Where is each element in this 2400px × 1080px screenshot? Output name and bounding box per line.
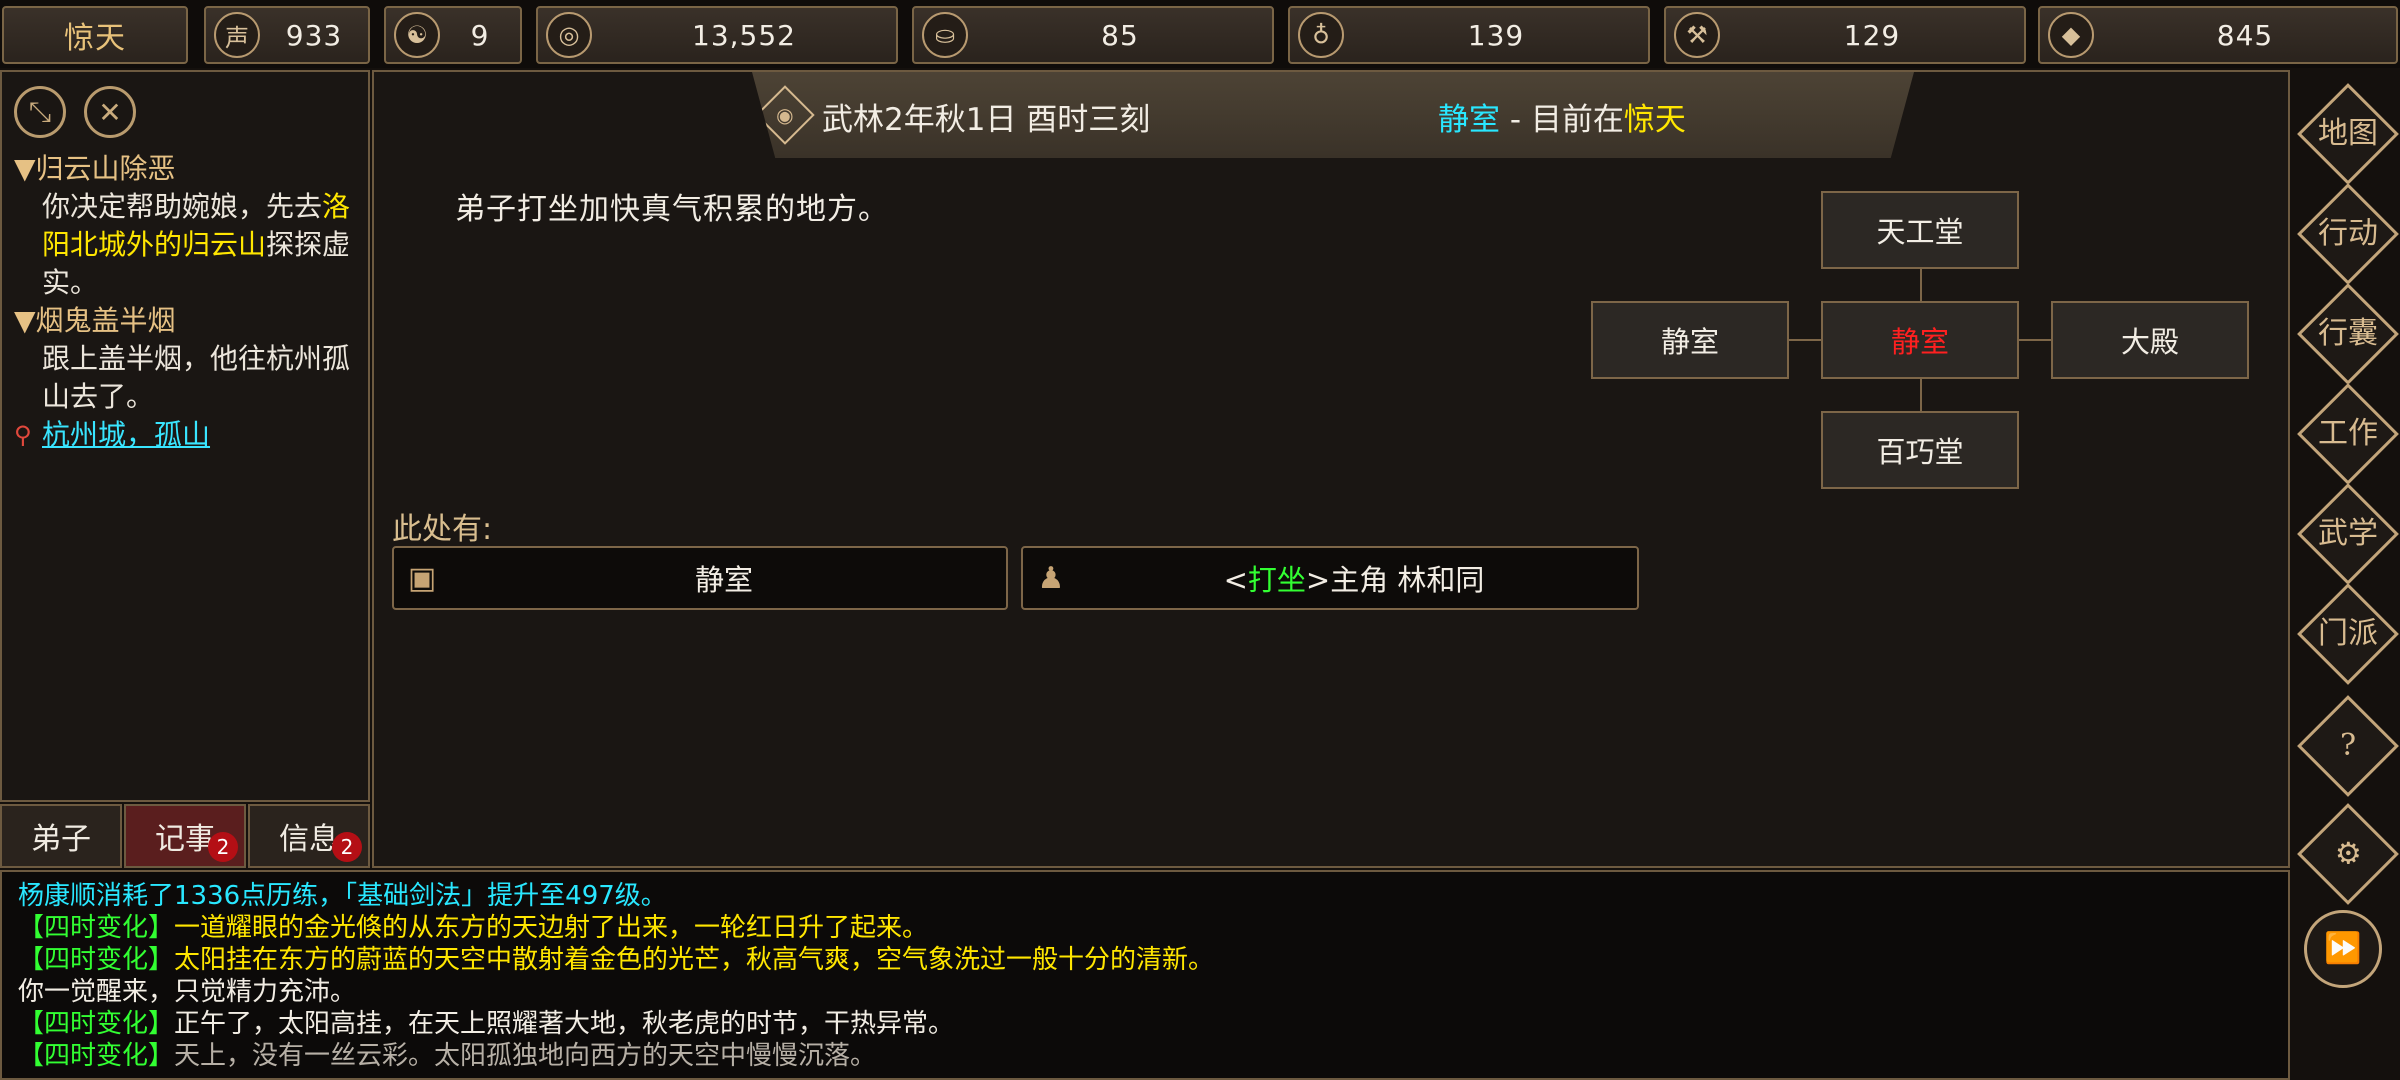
log-line: 【四时变化】一道耀眼的金光倏的从东方的天边射了出来，一轮红日升了起来。	[18, 913, 929, 943]
map-room-east[interactable]: 大殿	[2051, 301, 2249, 379]
quest-panel: ⤡ ✕ ▼归云山除恶 你决定帮助婉娘，先去洛阳北城外的归云山探探虚实。 ▼烟鬼盖…	[0, 70, 370, 802]
entity-character[interactable]: ♟ <打坐>主角 林和同	[1021, 546, 1639, 610]
tab-label: 弟子	[31, 822, 91, 857]
room-description: 弟子打坐加快真气积累的地方。	[455, 192, 889, 227]
coin-value: 13,552	[692, 18, 796, 52]
action-button[interactable]: 行动	[2297, 183, 2399, 285]
map-connector	[2018, 339, 2052, 341]
reputation-icon: 声	[214, 12, 260, 58]
help-icon[interactable]: ?	[2297, 695, 2399, 797]
wood-icon: ⚒	[1674, 12, 1720, 58]
food-counter[interactable]: ⛀ 85	[912, 6, 1274, 64]
resource-bar: 惊天 声 933 ☯ 9 ◎ 13,552 ⛀ 85 ♁ 139 ⚒ 129 ◆…	[0, 0, 2400, 68]
quest-title[interactable]: ▼归云山除恶	[14, 150, 364, 188]
reputation-value: 933	[285, 18, 343, 52]
tab-journal[interactable]: 记事 2	[124, 804, 246, 868]
tab-label: 记事	[155, 822, 215, 857]
yinyang-counter[interactable]: ☯ 9	[384, 6, 522, 64]
quest-description: 你决定帮助婉娘，先去洛阳北城外的归云山探探虚实。	[42, 190, 351, 299]
log-line: 你一觉醒来，只觉精力充沛。	[18, 977, 357, 1007]
entity-room-object[interactable]: ▣ 静室	[392, 546, 1008, 610]
left-tabs: 弟子 记事 2 信息 2	[0, 804, 370, 868]
map-room-south[interactable]: 百巧堂	[1821, 411, 2019, 489]
yinyang-icon: ☯	[394, 12, 440, 58]
fast-forward-icon[interactable]: ⏩	[2304, 910, 2382, 988]
sect-name-box[interactable]: 惊天	[2, 6, 188, 64]
coin-counter[interactable]: ◎ 13,552	[536, 6, 898, 64]
map-room-north[interactable]: 天工堂	[1821, 191, 2019, 269]
quest-location-link[interactable]: 杭州城，孤山	[14, 418, 210, 451]
game-date: 武林2年秋1日 酉时三刻	[822, 102, 1151, 138]
tab-messages[interactable]: 信息 2	[248, 804, 370, 868]
here-label: 此处有:	[392, 512, 493, 547]
entity-label: 静室	[694, 563, 753, 597]
tab-disciples[interactable]: 弟子	[0, 804, 122, 868]
map-room-west[interactable]: 静室	[1591, 301, 1789, 379]
martial-arts-button[interactable]: 武学	[2297, 483, 2399, 585]
quest-list: ▼归云山除恶 你决定帮助婉娘，先去洛阳北城外的归云山探探虚实。 ▼烟鬼盖半烟 跟…	[14, 150, 364, 454]
box-icon: ▣	[407, 560, 437, 596]
sect-name: 惊天	[64, 21, 126, 56]
side-menu: 地图 行动 行囊 工作 武学 门派 ? ⚙ ⏩	[2292, 70, 2400, 1080]
inventory-button[interactable]: 行囊	[2297, 283, 2399, 385]
reputation-counter[interactable]: 声 933	[204, 6, 370, 64]
map-connector	[1788, 339, 1822, 341]
log-line: 【四时变化】太阳挂在东方的蔚蓝的天空中散射着金色的光芒，秋高气爽，空气象洗过一般…	[18, 945, 1215, 975]
wood-counter[interactable]: ⚒ 129	[1664, 6, 2026, 64]
work-button[interactable]: 工作	[2297, 383, 2399, 485]
quest-title[interactable]: ▼烟鬼盖半烟	[14, 302, 364, 340]
gourd-counter[interactable]: ♁ 139	[1288, 6, 1650, 64]
map-connector	[1920, 268, 1922, 302]
notification-badge: 2	[332, 832, 362, 862]
location-pin-icon: ⚲	[14, 421, 32, 449]
location-header: ◉ 武林2年秋1日 酉时三刻 静室 - 目前在惊天	[752, 72, 1914, 158]
stone-counter[interactable]: ◆ 845	[2038, 6, 2398, 64]
map-room-current[interactable]: 静室	[1821, 301, 2019, 379]
log-line: 【四时变化】正午了，太阳高挂，在天上照耀著大地，秋老虎的时节，干热异常。	[18, 1009, 955, 1039]
log-line: 【四时变化】天上，没有一丝云彩。太阳孤独地向西方的天空中慢慢沉落。	[18, 1041, 877, 1071]
person-icon: ♟	[1037, 560, 1065, 596]
quest-description: 跟上盖半烟，他往杭州孤山去了。	[42, 342, 351, 413]
stone-value: 845	[2216, 18, 2274, 52]
notification-badge: 2	[208, 832, 238, 862]
gourd-icon: ♁	[1298, 12, 1344, 58]
food-value: 85	[1101, 18, 1139, 52]
stone-icon: ◆	[2048, 12, 2094, 58]
entity-label: <打坐>主角 林和同	[1223, 563, 1485, 597]
log-lines: 杨康顺消耗了1336点历练，「基础剑法」提升至497级。 【四时变化】一道耀眼的…	[18, 880, 1214, 1072]
tab-label: 信息	[279, 822, 339, 857]
yinyang-value: 9	[470, 18, 490, 52]
gear-icon[interactable]: ⚙	[2297, 803, 2399, 905]
food-bowl-icon: ⛀	[922, 12, 968, 58]
close-icon[interactable]: ✕	[84, 86, 136, 138]
wood-value: 129	[1843, 18, 1901, 52]
coin-icon: ◎	[546, 12, 592, 58]
message-log[interactable]: 杨康顺消耗了1336点历练，「基础剑法」提升至497级。 【四时变化】一道耀眼的…	[0, 870, 2290, 1080]
log-line: 杨康顺消耗了1336点历练，「基础剑法」提升至497级。	[18, 881, 667, 911]
map-button[interactable]: 地图	[2297, 83, 2399, 185]
quest-location[interactable]: ⚲ 杭州城，孤山	[14, 416, 364, 454]
current-location: 静室 - 目前在惊天	[1438, 102, 1686, 138]
map-connector	[1920, 378, 1922, 412]
sect-button[interactable]: 门派	[2297, 583, 2399, 685]
collapse-icon[interactable]: ⤡	[14, 86, 66, 138]
gourd-value: 139	[1467, 18, 1525, 52]
